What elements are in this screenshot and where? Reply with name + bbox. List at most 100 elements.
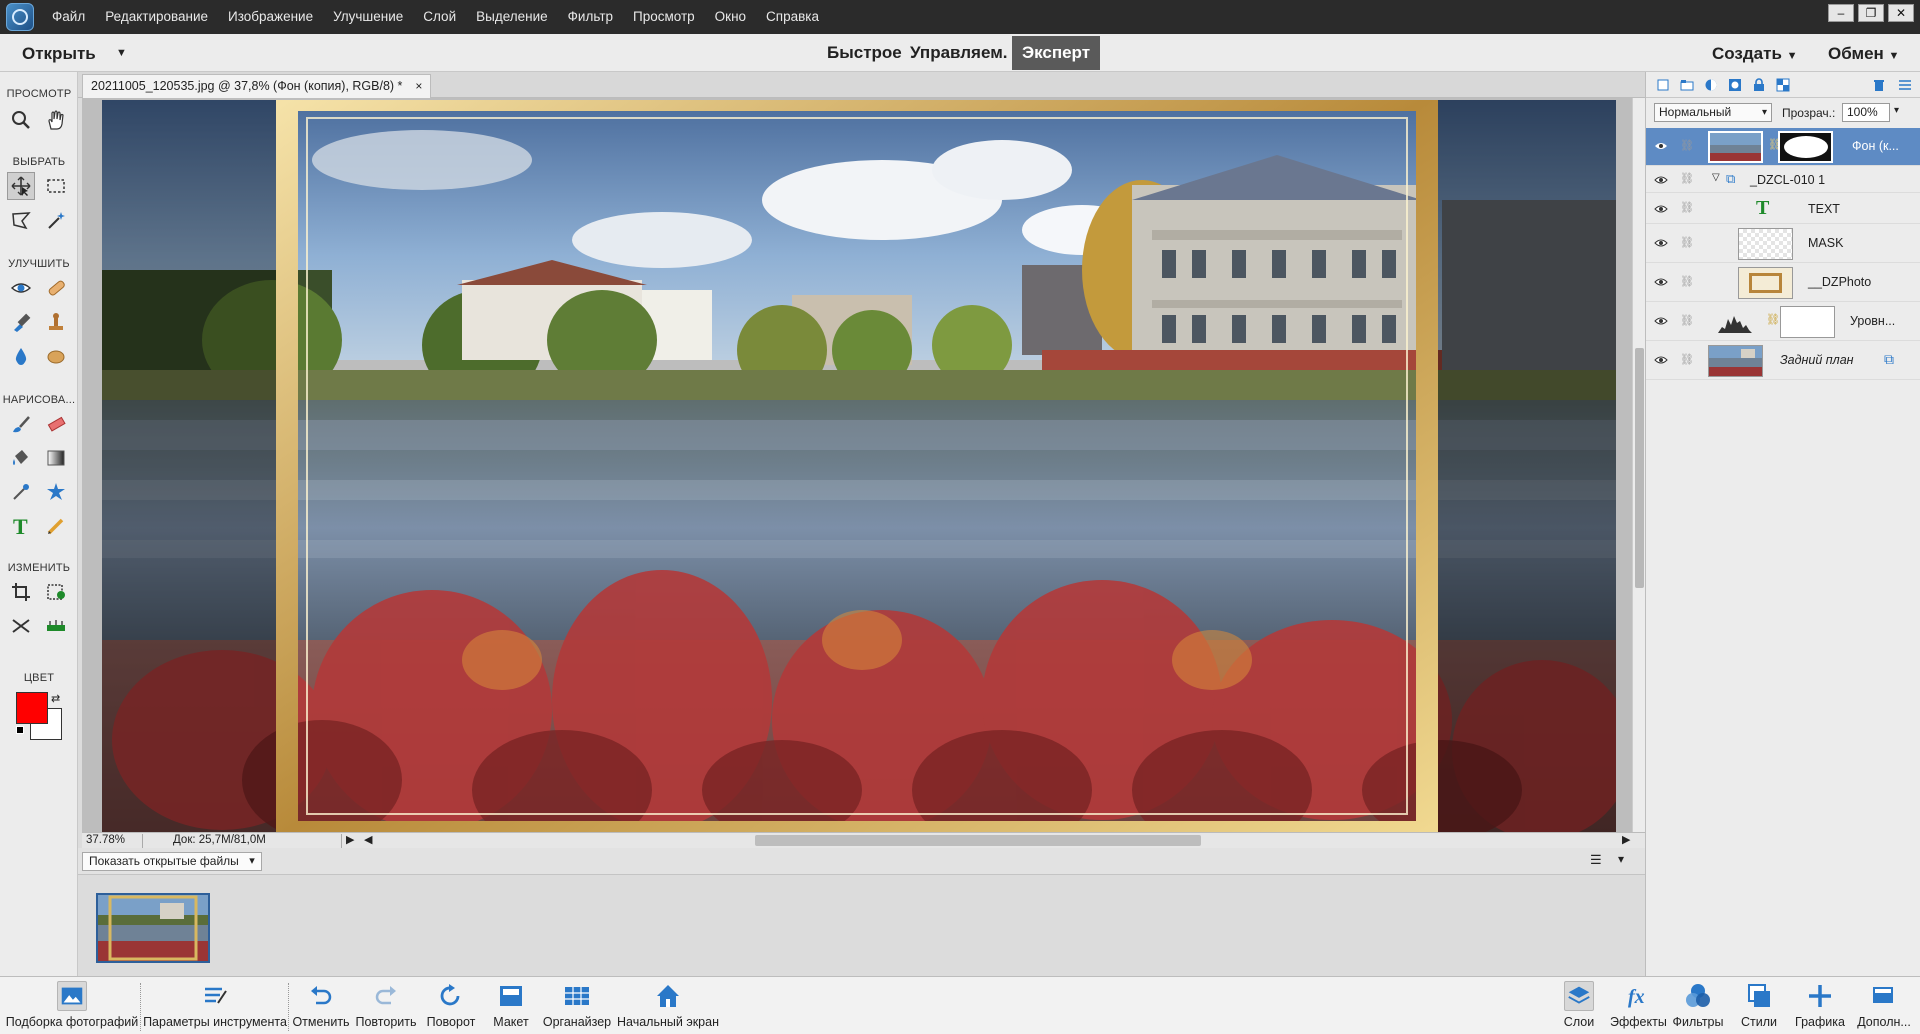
blur-tool-icon[interactable]	[7, 342, 35, 370]
red-eye-tool-icon[interactable]	[7, 274, 35, 302]
menu-file[interactable]: Файл	[42, 0, 95, 34]
new-group-icon[interactable]	[1680, 78, 1694, 92]
menu-window[interactable]: Окно	[705, 0, 756, 34]
photo-bin-thumbnail[interactable]	[96, 893, 210, 963]
new-layer-icon[interactable]	[1656, 78, 1670, 92]
layout-button[interactable]: Макет	[486, 979, 536, 1033]
vertical-scrollbar[interactable]	[1632, 98, 1646, 832]
lock-transparent-icon[interactable]	[1776, 78, 1790, 92]
undo-button[interactable]: Отменить	[290, 979, 352, 1033]
menu-edit[interactable]: Редактирование	[95, 0, 218, 34]
mask-link-icon[interactable]: ⛓	[1766, 313, 1780, 326]
menu-enhance[interactable]: Улучшение	[323, 0, 413, 34]
eraser-tool-icon[interactable]	[42, 410, 70, 438]
lasso-tool-icon[interactable]	[7, 206, 35, 234]
pencil-tool-icon[interactable]	[42, 512, 70, 540]
layer-lock-icon[interactable]: ⧉	[1884, 351, 1894, 368]
visibility-eye-icon[interactable]	[1654, 277, 1668, 287]
restore-button[interactable]: ❐	[1858, 4, 1884, 22]
horizontal-scroll-thumb[interactable]	[755, 835, 1201, 846]
magic-wand-tool-icon[interactable]	[42, 206, 70, 234]
vertical-scroll-thumb[interactable]	[1635, 348, 1644, 588]
layer-row[interactable]: ⛓ T TEXT	[1646, 194, 1920, 224]
visibility-eye-icon[interactable]	[1654, 316, 1668, 326]
expand-group-icon[interactable]: ▽	[1712, 172, 1720, 183]
image-canvas[interactable]	[102, 100, 1616, 832]
layers-button[interactable]: Слои	[1554, 979, 1604, 1033]
close-tab-icon[interactable]: ×	[415, 75, 422, 97]
brush-tool-icon[interactable]	[7, 410, 35, 438]
scroll-right-icon[interactable]: ▶	[1622, 833, 1630, 846]
hand-tool-icon[interactable]	[42, 106, 70, 134]
visibility-eye-icon[interactable]	[1654, 175, 1668, 185]
menu-view[interactable]: Просмотр	[623, 0, 705, 34]
opacity-dropdown-icon[interactable]: ▾	[1894, 105, 1899, 116]
opacity-input[interactable]: 100%	[1842, 103, 1890, 122]
photo-bin-button[interactable]: Подборка фотографий	[4, 979, 140, 1033]
layer-row[interactable]: ⛓ __DZPhoto	[1646, 264, 1920, 302]
link-icon[interactable]: ⛓	[1680, 172, 1694, 185]
bin-options-icon[interactable]: ☰	[1590, 852, 1602, 868]
link-icon[interactable]: ⛓	[1680, 139, 1694, 152]
straighten-tool-icon[interactable]	[42, 612, 70, 640]
custom-shape-tool-icon[interactable]	[42, 478, 70, 506]
clone-stamp-tool-icon[interactable]	[42, 308, 70, 336]
status-menu-arrow-icon[interactable]: ▶	[346, 833, 354, 846]
smart-brush-tool-icon[interactable]	[7, 308, 35, 336]
layer-row[interactable]: ⛓ ⛓ Фон (к...	[1646, 128, 1920, 166]
lock-all-icon[interactable]	[1752, 78, 1766, 92]
link-icon[interactable]: ⛓	[1680, 236, 1694, 249]
document-tab[interactable]: 20211005_120535.jpg @ 37,8% (Фон (копия)…	[82, 74, 432, 98]
layer-mask-thumbnail[interactable]	[1778, 131, 1833, 163]
redo-button[interactable]: Повторить	[354, 979, 418, 1033]
add-mask-icon[interactable]	[1728, 78, 1742, 92]
content-aware-move-tool-icon[interactable]	[7, 612, 35, 640]
tool-options-button[interactable]: Параметры инструмента	[142, 979, 288, 1033]
more-button[interactable]: Дополн...	[1852, 979, 1916, 1033]
visibility-eye-icon[interactable]	[1654, 141, 1668, 151]
organizer-button[interactable]: Органайзер	[540, 979, 614, 1033]
create-button[interactable]: Создать ▼	[1712, 44, 1798, 64]
minimize-button[interactable]: –	[1828, 4, 1854, 22]
type-tool-icon[interactable]: T	[7, 512, 35, 540]
delete-layer-icon[interactable]	[1872, 78, 1886, 92]
marquee-tool-icon[interactable]	[42, 172, 70, 200]
layer-row[interactable]: ⛓ ⛓ Уровн...	[1646, 303, 1920, 341]
open-button[interactable]: Открыть	[22, 44, 96, 64]
link-icon[interactable]: ⛓	[1680, 353, 1694, 366]
panel-menu-icon[interactable]	[1898, 78, 1912, 92]
link-icon[interactable]: ⛓	[1680, 201, 1694, 214]
eyedropper-tool-icon[interactable]	[7, 478, 35, 506]
sponge-tool-icon[interactable]	[42, 342, 70, 370]
rotate-button[interactable]: Поворот	[420, 979, 482, 1033]
scroll-left-icon[interactable]: ◀	[364, 833, 372, 846]
link-icon[interactable]: ⛓	[1680, 314, 1694, 327]
share-button[interactable]: Обмен ▼	[1828, 44, 1899, 64]
swap-colors-icon[interactable]: ⇄	[51, 692, 60, 705]
zoom-level[interactable]: 37.78%	[86, 834, 125, 846]
move-tool-icon[interactable]	[7, 172, 35, 200]
visibility-eye-icon[interactable]	[1654, 355, 1668, 365]
mode-guided-tab[interactable]: Управляем.	[900, 36, 1018, 70]
mode-quick-tab[interactable]: Быстрое	[817, 36, 912, 70]
app-logo-icon[interactable]	[6, 3, 34, 31]
bin-collapse-icon[interactable]: ▾	[1618, 852, 1624, 866]
menu-select[interactable]: Выделение	[466, 0, 558, 34]
open-dropdown-arrow-icon[interactable]: ▼	[116, 47, 127, 59]
recompose-tool-icon[interactable]	[42, 578, 70, 606]
layer-mask-thumbnail[interactable]	[1780, 306, 1835, 338]
visibility-eye-icon[interactable]	[1654, 238, 1668, 248]
crop-tool-icon[interactable]	[7, 578, 35, 606]
layer-row[interactable]: ⛓ MASK	[1646, 225, 1920, 263]
gradient-tool-icon[interactable]	[42, 444, 70, 472]
menu-layer[interactable]: Слой	[413, 0, 466, 34]
close-window-button[interactable]: ✕	[1888, 4, 1914, 22]
healing-brush-tool-icon[interactable]	[42, 274, 70, 302]
show-open-files-dropdown[interactable]: Показать открытые файлы	[82, 852, 262, 871]
paint-bucket-tool-icon[interactable]	[7, 444, 35, 472]
menu-image[interactable]: Изображение	[218, 0, 323, 34]
menu-help[interactable]: Справка	[756, 0, 829, 34]
link-icon[interactable]: ⛓	[1680, 275, 1694, 288]
mode-expert-tab[interactable]: Эксперт	[1012, 36, 1101, 70]
graphics-button[interactable]: Графика	[1792, 979, 1848, 1033]
